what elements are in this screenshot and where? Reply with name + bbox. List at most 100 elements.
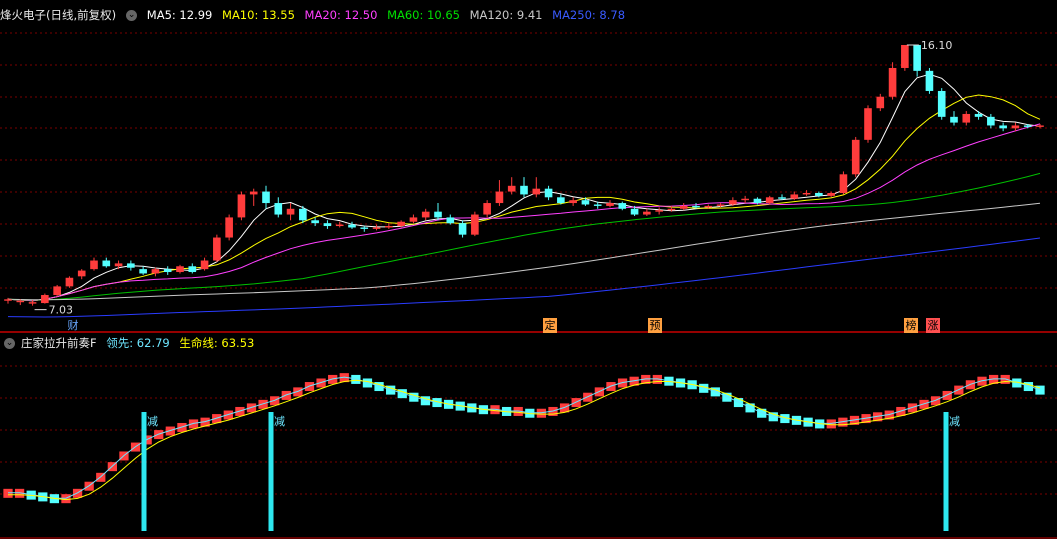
candle-body bbox=[446, 217, 455, 224]
signal-spike bbox=[268, 412, 274, 531]
signal-label: 减 bbox=[949, 415, 960, 428]
candle-body bbox=[41, 295, 49, 304]
candle-body bbox=[987, 116, 995, 126]
candle-body bbox=[409, 217, 418, 222]
candle-body bbox=[249, 191, 258, 195]
marker-zhang[interactable]: 涨 bbox=[926, 318, 940, 333]
candle-body bbox=[90, 260, 98, 270]
candle-body bbox=[483, 203, 491, 215]
main-chart-header: 烽火电子(日线,前复权) ⌄ MA5: 12.99 MA10: 13.55 MA2… bbox=[0, 6, 631, 24]
candle-body bbox=[630, 208, 639, 215]
high-annotation: 16.10 bbox=[921, 39, 953, 52]
candle-body bbox=[65, 277, 74, 287]
candle-body bbox=[704, 205, 713, 208]
ma20-label: MA20: 12.50 bbox=[304, 8, 378, 22]
candle-body bbox=[692, 205, 700, 208]
candle-body bbox=[606, 203, 614, 206]
candle-body bbox=[729, 200, 737, 205]
indicator-title: 庄家拉升前奏F bbox=[21, 336, 97, 350]
candle-body bbox=[458, 223, 467, 235]
candle-body bbox=[790, 194, 799, 199]
candle-body bbox=[643, 211, 651, 215]
lead-label: 领先: 62.79 bbox=[106, 336, 170, 350]
marker-ding[interactable]: 定 bbox=[543, 318, 557, 333]
candle-body bbox=[274, 203, 283, 215]
candle-body bbox=[581, 200, 590, 205]
candle-body bbox=[311, 220, 319, 224]
candle-body bbox=[679, 205, 688, 209]
candle-body bbox=[372, 227, 381, 229]
chevron-down-icon[interactable]: ⌄ bbox=[126, 10, 138, 21]
candle-body bbox=[950, 116, 958, 123]
candle-body bbox=[323, 223, 332, 227]
candle-body bbox=[397, 221, 405, 227]
candle-body bbox=[262, 191, 270, 204]
candle-body bbox=[753, 198, 762, 204]
life-line-label: 生命线: 63.53 bbox=[179, 336, 255, 350]
candle-body bbox=[200, 260, 209, 270]
candle-body bbox=[557, 197, 565, 204]
indicator-bar bbox=[3, 488, 13, 498]
candle-body bbox=[188, 266, 197, 273]
indicator-bar bbox=[536, 408, 547, 418]
chevron-down-icon[interactable]: ⌄ bbox=[4, 338, 15, 349]
candle-body bbox=[225, 217, 233, 238]
candle-body bbox=[655, 210, 663, 212]
candle-body bbox=[163, 269, 172, 273]
candle-body bbox=[348, 224, 356, 228]
candle-body bbox=[471, 214, 479, 235]
candle-body bbox=[901, 44, 909, 68]
candle-body bbox=[507, 185, 516, 192]
candle-body bbox=[925, 70, 934, 91]
candle-body bbox=[151, 269, 160, 274]
candle-body bbox=[667, 208, 676, 211]
candle-body bbox=[962, 113, 971, 123]
candle-body bbox=[127, 263, 135, 268]
marker-bang[interactable]: 榜 bbox=[904, 318, 918, 333]
candle-body bbox=[213, 237, 221, 261]
candle-body bbox=[827, 192, 835, 196]
candle-body bbox=[815, 192, 823, 196]
low-annotation: 7.03 bbox=[49, 304, 73, 317]
ma10-label: MA10: 13.55 bbox=[222, 8, 295, 22]
candle-body bbox=[16, 300, 25, 303]
candle-body bbox=[114, 263, 123, 267]
indicator-bar bbox=[942, 390, 952, 400]
stock-title: 烽火电子(日线,前复权) bbox=[0, 8, 117, 22]
candle-body bbox=[495, 191, 504, 204]
candle-body bbox=[77, 270, 86, 277]
candle-body bbox=[802, 192, 811, 195]
candle-body bbox=[360, 227, 369, 229]
candle-body bbox=[53, 286, 61, 296]
ma5-label: MA5: 12.99 bbox=[146, 8, 213, 22]
candle-body bbox=[593, 204, 602, 206]
candle-body bbox=[778, 197, 786, 199]
candle-body bbox=[4, 299, 12, 301]
candle-body bbox=[335, 224, 344, 227]
candle-body bbox=[532, 188, 541, 195]
candle-body bbox=[999, 125, 1007, 129]
marker-cai[interactable]: 财 bbox=[66, 318, 80, 333]
candle-body bbox=[888, 67, 897, 97]
marker-yu[interactable]: 预 bbox=[648, 318, 662, 333]
candle-body bbox=[618, 203, 627, 209]
candle-body bbox=[741, 198, 749, 201]
signal-label: 减 bbox=[147, 415, 158, 428]
candle-body bbox=[385, 226, 393, 228]
candle-body bbox=[839, 174, 848, 193]
signal-spike bbox=[141, 412, 147, 531]
kline-chart: 16.10 7.03 减 减 减 bbox=[0, 0, 1057, 539]
candle-body bbox=[176, 266, 184, 273]
candle-body bbox=[765, 197, 774, 204]
ma120-label: MA120: 9.41 bbox=[469, 8, 543, 22]
candle-body bbox=[28, 302, 37, 304]
candle-body bbox=[876, 96, 885, 109]
candle-body bbox=[864, 108, 872, 140]
signal-label: 减 bbox=[274, 415, 285, 428]
candle-body bbox=[1023, 125, 1032, 127]
indicator-bar bbox=[826, 419, 836, 429]
ma250-label: MA250: 8.78 bbox=[552, 8, 626, 22]
candle-body bbox=[569, 200, 577, 204]
candle-body bbox=[851, 139, 860, 175]
candle-body bbox=[434, 211, 442, 218]
